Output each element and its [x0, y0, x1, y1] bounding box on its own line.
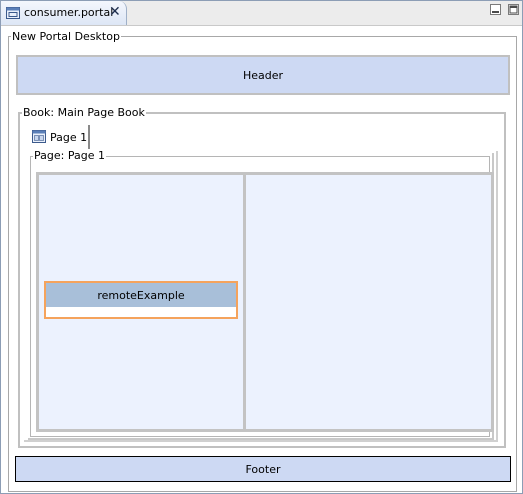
portlet-remote-example[interactable]: remoteExample — [44, 281, 238, 319]
tab-page-1[interactable]: Page 1 — [30, 125, 90, 149]
book-legend: Book: Main Page Book — [22, 106, 146, 119]
portlet-title: remoteExample — [97, 288, 185, 302]
tab-page-1-label: Page 1 — [50, 131, 88, 144]
portlet-title-bar: remoteExample — [46, 283, 236, 307]
header-region[interactable]: Header — [16, 55, 510, 95]
editor-tab-strip: consumer.portal ✕ — [1, 1, 522, 26]
page-layout[interactable]: remoteExample — [36, 172, 494, 432]
footer-label: Footer — [245, 462, 281, 476]
portal-desktop[interactable]: New Portal Desktop Header Book: Main Pag… — [8, 31, 517, 492]
editor-window: consumer.portal ✕ New Portal Desktop Hea… — [0, 0, 523, 494]
footer-region[interactable]: Footer — [15, 456, 511, 482]
desktop-legend: New Portal Desktop — [11, 30, 121, 43]
page-icon — [32, 130, 46, 143]
page-1[interactable]: Page: Page 1 remoteExample — [30, 150, 494, 437]
page-legend: Page: Page 1 — [33, 149, 106, 162]
layout-column-divider — [243, 175, 246, 429]
close-icon[interactable]: ✕ — [109, 4, 121, 20]
header-label: Header — [242, 68, 284, 82]
main-page-book[interactable]: Book: Main Page Book Page 1 Page: Page 1 — [18, 107, 506, 448]
editor-tab-consumer-portal[interactable]: consumer.portal ✕ — [1, 1, 127, 25]
minimize-icon[interactable] — [490, 4, 501, 15]
maximize-icon[interactable] — [508, 4, 519, 15]
portal-file-icon — [6, 7, 20, 19]
portal-editor-canvas: New Portal Desktop Header Book: Main Pag… — [1, 26, 522, 493]
editor-tab-title: consumer.portal — [24, 6, 114, 19]
